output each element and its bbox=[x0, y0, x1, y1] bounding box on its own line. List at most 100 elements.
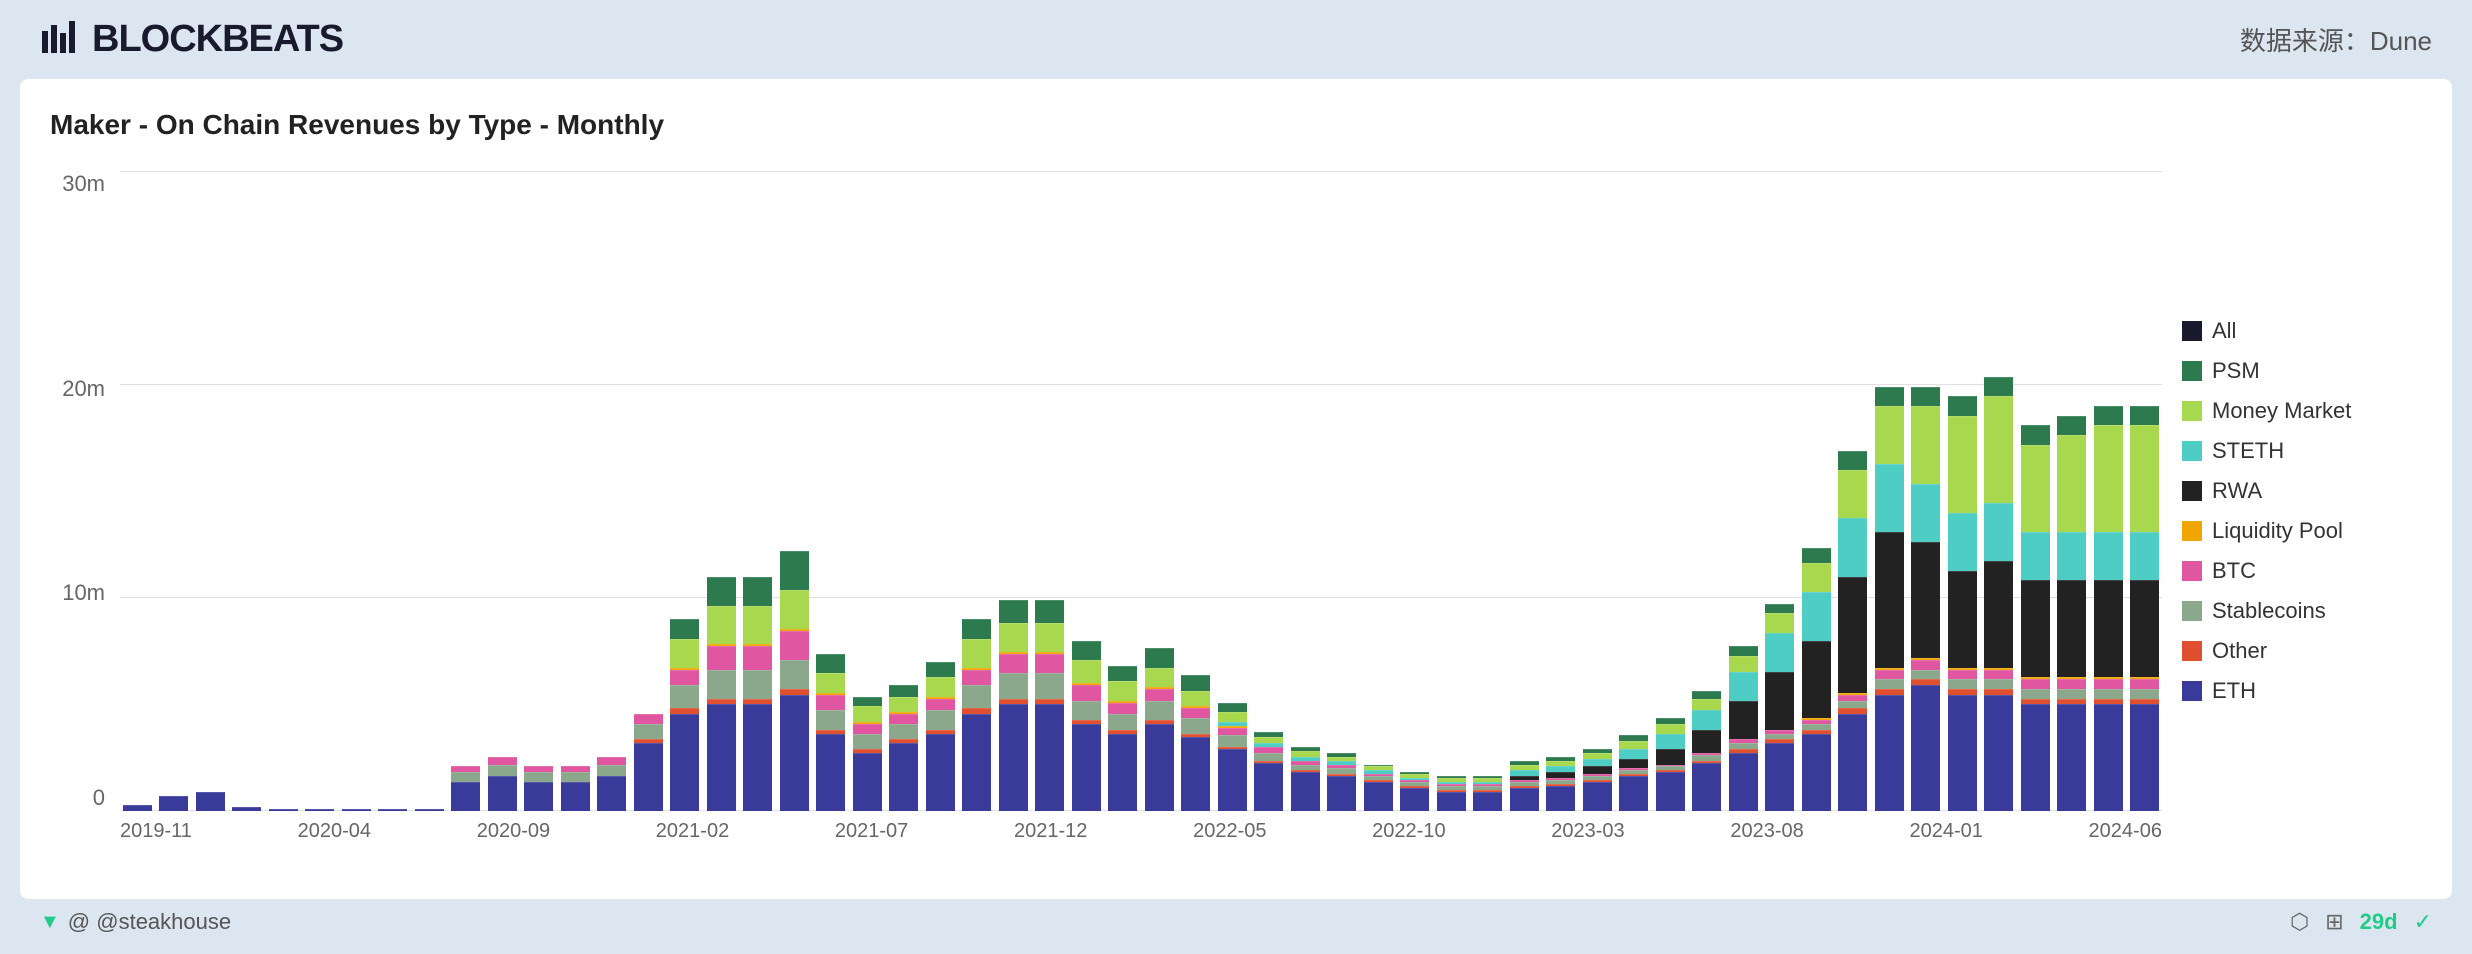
bar-group[interactable] bbox=[2018, 171, 2053, 811]
bar-group[interactable] bbox=[1982, 171, 2017, 811]
bar-segment-eth bbox=[2021, 704, 2050, 811]
bar-group[interactable] bbox=[1909, 171, 1944, 811]
bar-group[interactable] bbox=[1434, 171, 1469, 811]
bar-segment-steth bbox=[1692, 710, 1721, 729]
legend-item[interactable]: Money Market bbox=[2182, 398, 2422, 424]
image-icon[interactable]: ⊞ bbox=[2325, 909, 2343, 935]
bar-group[interactable] bbox=[1763, 171, 1798, 811]
bar-group[interactable] bbox=[522, 171, 557, 811]
bar-group[interactable] bbox=[1179, 171, 1214, 811]
bar-group[interactable] bbox=[1690, 171, 1725, 811]
bar-group[interactable] bbox=[1471, 171, 1506, 811]
bar-group[interactable] bbox=[1544, 171, 1579, 811]
bar-group[interactable] bbox=[1799, 171, 1834, 811]
bar-group[interactable] bbox=[1617, 171, 1652, 811]
bar-stack bbox=[1656, 718, 1685, 811]
bar-group[interactable] bbox=[1142, 171, 1177, 811]
bar-group[interactable] bbox=[777, 171, 812, 811]
bar-stack bbox=[1692, 691, 1721, 811]
bar-group[interactable] bbox=[339, 171, 374, 811]
bar-segment-btc bbox=[743, 646, 772, 669]
bar-group[interactable] bbox=[412, 171, 447, 811]
bar-group[interactable] bbox=[558, 171, 593, 811]
bar-group[interactable] bbox=[2128, 171, 2163, 811]
legend-item[interactable]: RWA bbox=[2182, 478, 2422, 504]
bar-segment-btc bbox=[1035, 654, 1064, 673]
bar-group[interactable] bbox=[704, 171, 739, 811]
bar-group[interactable] bbox=[1106, 171, 1141, 811]
bar-group[interactable] bbox=[376, 171, 411, 811]
bar-segment-steth bbox=[1583, 759, 1612, 767]
bar-group[interactable] bbox=[631, 171, 666, 811]
bar-group[interactable] bbox=[1252, 171, 1287, 811]
legend-item[interactable]: Liquidity Pool bbox=[2182, 518, 2422, 544]
bar-group[interactable] bbox=[1836, 171, 1871, 811]
bar-segment-psm bbox=[962, 619, 991, 638]
bar-group[interactable] bbox=[1361, 171, 1396, 811]
bar-group[interactable] bbox=[595, 171, 630, 811]
bar-group[interactable] bbox=[960, 171, 995, 811]
bar-group[interactable] bbox=[1945, 171, 1980, 811]
bar-group[interactable] bbox=[303, 171, 338, 811]
legend-item[interactable]: ETH bbox=[2182, 678, 2422, 704]
bar-group[interactable] bbox=[449, 171, 484, 811]
header: BLOCKBEATS 数据来源：Dune bbox=[0, 0, 2472, 79]
bar-segment-eth bbox=[1400, 788, 1429, 811]
bar-group[interactable] bbox=[1580, 171, 1615, 811]
bar-group[interactable] bbox=[887, 171, 922, 811]
bar-segment-money_market bbox=[1181, 691, 1210, 707]
legend-item[interactable]: All bbox=[2182, 318, 2422, 344]
bar-segment-psm bbox=[1875, 387, 1904, 406]
bar-segment-money_market bbox=[2057, 435, 2086, 532]
x-label: 2021-07 bbox=[835, 820, 908, 843]
bar-group[interactable] bbox=[996, 171, 1031, 811]
x-label: 2021-02 bbox=[656, 820, 729, 843]
bar-group[interactable] bbox=[741, 171, 776, 811]
legend-item[interactable]: BTC bbox=[2182, 558, 2422, 584]
bar-group[interactable] bbox=[1872, 171, 1907, 811]
bar-group[interactable] bbox=[1069, 171, 1104, 811]
bar-segment-eth bbox=[1583, 782, 1612, 811]
bar-group[interactable] bbox=[668, 171, 703, 811]
bar-group[interactable] bbox=[1726, 171, 1761, 811]
x-axis: 2019-112020-042020-092021-022021-072021-… bbox=[120, 811, 2162, 851]
bar-group[interactable] bbox=[1653, 171, 1688, 811]
bar-group[interactable] bbox=[1215, 171, 1250, 811]
bar-group[interactable] bbox=[1288, 171, 1323, 811]
bar-group[interactable] bbox=[157, 171, 192, 811]
bar-segment-steth bbox=[1838, 518, 1867, 576]
legend-item[interactable]: PSM bbox=[2182, 358, 2422, 384]
bar-group[interactable] bbox=[120, 171, 155, 811]
bar-segment-stablecoins bbox=[962, 685, 991, 708]
bar-segment-stablecoins bbox=[780, 660, 809, 689]
bar-stack bbox=[962, 619, 991, 811]
bar-segment-money_market bbox=[1838, 470, 1867, 518]
bar-segment-stablecoins bbox=[707, 670, 736, 699]
bar-group[interactable] bbox=[193, 171, 228, 811]
bar-segment-steth bbox=[1729, 672, 1758, 701]
bar-group[interactable] bbox=[1398, 171, 1433, 811]
bar-group[interactable] bbox=[230, 171, 265, 811]
bar-group[interactable] bbox=[2055, 171, 2090, 811]
bar-segment-money_market bbox=[1911, 406, 1940, 484]
link-icon[interactable]: ⬡ bbox=[2290, 909, 2309, 935]
bar-stack bbox=[1473, 776, 1502, 811]
bar-segment-btc bbox=[634, 714, 663, 724]
bar-segment-steth bbox=[1765, 633, 1794, 672]
bar-group[interactable] bbox=[814, 171, 849, 811]
bar-group[interactable] bbox=[266, 171, 301, 811]
legend-item[interactable]: Stablecoins bbox=[2182, 598, 2422, 624]
bar-group[interactable] bbox=[923, 171, 958, 811]
bar-segment-rwa bbox=[1875, 532, 1904, 668]
bar-group[interactable] bbox=[850, 171, 885, 811]
bar-group[interactable] bbox=[2091, 171, 2126, 811]
bar-stack bbox=[926, 662, 955, 811]
x-label: 2020-04 bbox=[298, 820, 371, 843]
bar-segment-money_market bbox=[1619, 741, 1648, 749]
legend-item[interactable]: STETH bbox=[2182, 438, 2422, 464]
bar-group[interactable] bbox=[1507, 171, 1542, 811]
bar-group[interactable] bbox=[1033, 171, 1068, 811]
bar-group[interactable] bbox=[1325, 171, 1360, 811]
bar-group[interactable] bbox=[485, 171, 520, 811]
legend-item[interactable]: Other bbox=[2182, 638, 2422, 664]
